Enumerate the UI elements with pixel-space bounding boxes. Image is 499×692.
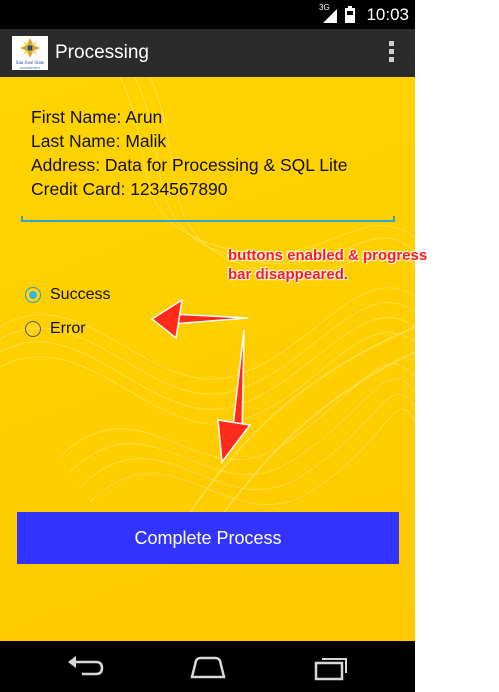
- recents-icon[interactable]: [310, 653, 352, 681]
- status-time: 10:03: [366, 5, 409, 24]
- radio-success-label: Success: [50, 286, 111, 303]
- text-input-field[interactable]: [21, 216, 395, 222]
- radio-error[interactable]: Error: [25, 320, 86, 338]
- svg-text:UNIVERSITY: UNIVERSITY: [20, 66, 41, 70]
- radio-unchecked-icon[interactable]: [25, 321, 41, 337]
- status-icons: 3G: [319, 3, 355, 23]
- page-title: Processing: [55, 42, 149, 63]
- overflow-menu-icon[interactable]: [387, 41, 395, 65]
- status-bar: 3G 10:03: [0, 0, 415, 29]
- app-logo[interactable]: San José State UNIVERSITY: [12, 36, 48, 70]
- radio-error-label: Error: [50, 320, 86, 337]
- address-text: Address: Data for Processing & SQL Lite: [31, 155, 348, 175]
- radio-checked-icon[interactable]: [25, 287, 41, 303]
- details-block: First Name: Arun Last Name: Malik Addres…: [31, 105, 347, 201]
- annotation-line-1: buttons enabled & progress: [228, 247, 428, 264]
- battery-icon: [345, 6, 355, 23]
- complete-process-button[interactable]: Complete Process: [17, 512, 399, 564]
- action-bar: San José State UNIVERSITY Processing: [0, 29, 415, 77]
- first-name-text: First Name: Arun: [31, 107, 163, 127]
- main-content: First Name: Arun Last Name: Malik Addres…: [0, 77, 415, 641]
- last-name-text: Last Name: Malik: [31, 131, 167, 151]
- annotation-note: buttons enabled & progress bar disappear…: [228, 246, 488, 284]
- annotation-line-2: bar disappeared.: [228, 266, 349, 283]
- radio-success[interactable]: Success: [25, 286, 110, 304]
- back-icon[interactable]: [64, 653, 106, 681]
- phone-screen: 3G 10:03 San José State UNIVERSITY Proce…: [0, 0, 415, 692]
- home-icon[interactable]: [187, 653, 229, 681]
- credit-card-text: Credit Card: 1234567890: [31, 179, 228, 199]
- network-type-label: 3G: [319, 3, 330, 12]
- nav-bar: [0, 641, 415, 692]
